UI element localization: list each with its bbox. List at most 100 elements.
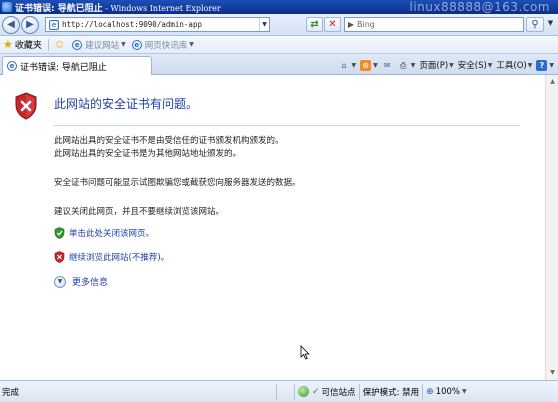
home-icon: ⌂ [341, 60, 347, 70]
search-box[interactable]: ▶ Bing [344, 17, 524, 32]
refresh-icon: ⇄ [310, 19, 319, 30]
back-button[interactable]: ◀ [2, 16, 20, 34]
refresh-button[interactable]: ⇄ [306, 17, 323, 32]
chevron-down-icon: ▼ [121, 41, 126, 48]
close-page-action[interactable]: 单击此处关闭该网页。 [54, 227, 154, 239]
favorites-bar: ★ 收藏夹 ✩ e 建议网站 ▼ e 网页快讯库 ▼ [0, 36, 558, 54]
ie-icon: e [7, 61, 17, 71]
help-button[interactable]: ? ▼ [536, 59, 554, 71]
mouse-cursor-icon [300, 345, 310, 360]
stop-button[interactable]: ✕ [324, 17, 341, 32]
chevron-down-icon: ▼ [54, 275, 66, 288]
status-cell-empty [276, 383, 294, 400]
zoom-icon: ⊕ [426, 386, 434, 397]
page-menu-label: 页面(P) [419, 61, 449, 71]
protected-mode-indicator[interactable]: 保护模式: 禁用 [358, 383, 423, 400]
green-shield-check-icon [54, 227, 65, 239]
more-info-toggle[interactable]: ▼ 更多信息 [54, 275, 108, 288]
chevron-down-icon: ▼ [527, 61, 533, 69]
window-title: 证书错误: 导航已阻止 - Windows Internet Explorer [15, 3, 221, 14]
search-placeholder[interactable]: Bing [357, 20, 523, 29]
page-content: 此网站的安全证书有问题。 此网站出具的安全证书不是由受信任的证书颁发机构颁发的。… [0, 75, 545, 380]
address-dropdown-icon[interactable]: ▼ [259, 18, 269, 31]
back-arrow-icon: ◀ [7, 19, 15, 30]
vertical-scrollbar[interactable]: ▲ ▼ [545, 75, 558, 380]
divider [54, 125, 520, 126]
zone-indicator[interactable]: ✓ 可信站点 [294, 383, 359, 400]
chevron-down-icon: ▼ [462, 388, 467, 395]
favorites-button[interactable]: ★ 收藏夹 [0, 37, 45, 53]
chevron-down-icon: ▼ [410, 61, 416, 69]
status-bar: 完成 ✓ 可信站点 保护模式: 禁用 ⊕ 100% ▼ [0, 380, 558, 402]
tools-menu[interactable]: 工具(O) ▼ [496, 59, 532, 71]
error-shield-icon [15, 92, 37, 120]
title-bar: 证书错误: 导航已阻止 - Windows Internet Explorer … [0, 0, 558, 14]
address-bar[interactable]: e http://localhost:9090/admin-app ▼ [45, 17, 270, 32]
more-info-label: 更多信息 [72, 278, 109, 288]
printer-icon: ⎙ [400, 60, 407, 70]
ie-app-icon [2, 2, 12, 12]
red-shield-x-icon [54, 251, 65, 263]
chevron-down-icon: ▼ [487, 61, 493, 69]
globe-icon [298, 386, 309, 397]
fav-link-label: 建议网站 [85, 40, 120, 51]
explanation-untrusted-ca: 此网站出具的安全证书不是由受信任的证书颁发机构颁发的。 [54, 136, 284, 146]
separator [47, 38, 49, 51]
search-options-button[interactable]: ▼ [545, 17, 556, 32]
bing-icon: ▶ [347, 20, 355, 29]
tab-label: 证书错误: 导航已阻止 [20, 62, 107, 73]
stop-icon: ✕ [328, 19, 337, 30]
chevron-down-icon: ▼ [449, 61, 454, 69]
status-text: 完成 [2, 387, 20, 398]
zone-label: 可信站点 [321, 387, 356, 398]
zoom-level: 100% [435, 386, 460, 397]
command-bar: ⌂ ▼ ⊛ ▼ ✉ ⎙ ▼ 页面(P) ▼ 安全(S) ▼ 工具(O) ▼ ? ▼ [339, 57, 554, 73]
fav-link-suggested-sites[interactable]: e 建议网站 ▼ [69, 37, 129, 53]
page-menu[interactable]: 页面(P) ▼ [419, 59, 453, 71]
forward-arrow-icon: ▶ [26, 19, 34, 30]
continue-link[interactable]: 继续浏览此网站(不推荐)。 [69, 251, 169, 263]
mail-button[interactable]: ✉ [382, 60, 394, 71]
rss-icon: ⊛ [360, 59, 372, 71]
print-button[interactable]: ⎙ ▼ [398, 60, 416, 71]
star-icon: ★ [3, 38, 13, 51]
safety-menu[interactable]: 安全(S) ▼ [458, 59, 493, 71]
chevron-down-icon: ▼ [547, 19, 554, 27]
search-button[interactable]: ⚲ [526, 17, 544, 32]
page-icon: e [49, 19, 59, 30]
close-page-link[interactable]: 单击此处关闭该网页。 [69, 227, 154, 239]
address-url[interactable]: http://localhost:9090/admin-app [62, 20, 259, 29]
chevron-down-icon: ▼ [373, 61, 378, 69]
zoom-control[interactable]: ⊕ 100% ▼ [422, 383, 469, 400]
warning-text: 安全证书问题可能显示试图欺骗您或截获您向服务器发送的数据。 [54, 178, 301, 188]
chevron-down-icon: ▼ [549, 61, 554, 69]
magnifier-icon: ⚲ [531, 19, 539, 30]
tab-command-bar: e 证书错误: 导航已阻止 ⌂ ▼ ⊛ ▼ ✉ ⎙ ▼ 页面(P) ▼ 安全(S) ▼ 工… [0, 54, 558, 75]
tab-certificate-error[interactable]: e 证书错误: 导航已阻止 [2, 56, 152, 75]
favorites-label: 收藏夹 [14, 41, 42, 51]
fav-link-label: 网页快讯库 [144, 40, 188, 51]
add-star-icon: ✩ [54, 38, 65, 51]
page-title: 此网站的安全证书有问题。 [54, 97, 199, 111]
mail-icon: ✉ [383, 60, 391, 70]
feeds-button[interactable]: ⊛ ▼ [360, 59, 378, 71]
explanation-name-mismatch: 此网站出具的安全证书是为其他网站地址颁发的。 [54, 149, 242, 159]
fav-link-web-slice-gallery[interactable]: e 网页快讯库 ▼ [129, 37, 197, 53]
add-favorite-button[interactable]: ✩ [52, 37, 69, 53]
check-icon: ✓ [312, 386, 320, 397]
help-icon: ? [536, 59, 548, 71]
tools-menu-label: 工具(O) [496, 61, 527, 71]
address-toolbar: ◀ ▶ e http://localhost:9090/admin-app ▼ … [0, 14, 558, 36]
ie-icon: e [72, 39, 83, 50]
scroll-down-icon[interactable]: ▼ [547, 367, 558, 379]
watermark-text: linux88888@163.com [409, 0, 550, 14]
forward-button[interactable]: ▶ [21, 16, 39, 34]
continue-to-site-action[interactable]: 继续浏览此网站(不推荐)。 [54, 251, 169, 263]
scroll-up-icon[interactable]: ▲ [547, 76, 558, 88]
safety-menu-label: 安全(S) [457, 61, 487, 71]
recommendation-text: 建议关闭此网页，并且不要继续浏览该网站。 [54, 207, 225, 217]
home-button[interactable]: ⌂ ▼ [339, 60, 357, 71]
chevron-down-icon: ▼ [351, 61, 357, 69]
protected-mode-label: 保护模式: 禁用 [362, 387, 420, 398]
chevron-down-icon: ▼ [189, 41, 194, 48]
